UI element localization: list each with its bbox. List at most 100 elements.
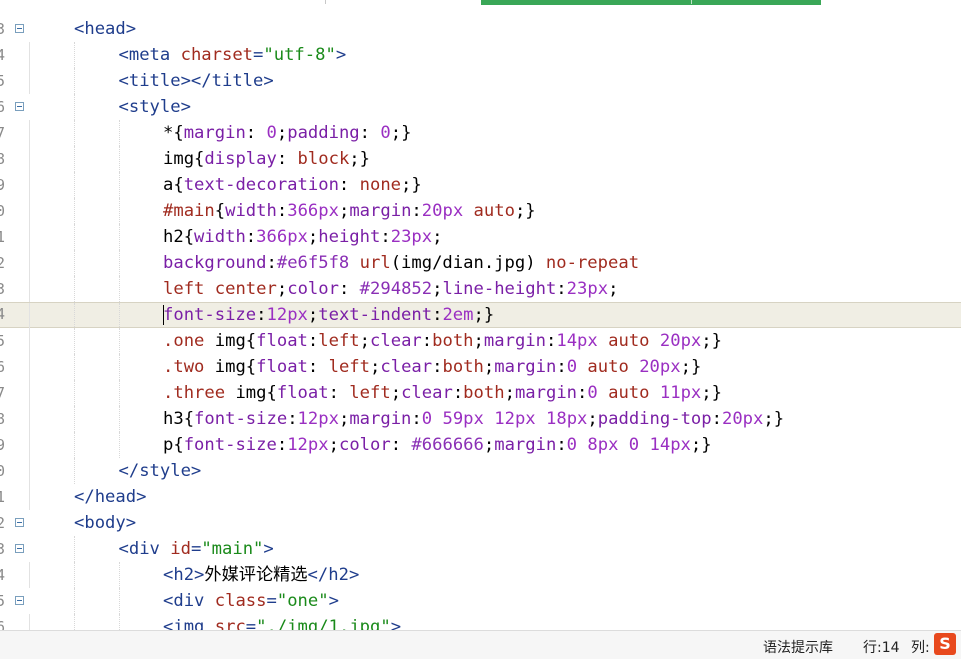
token-txt: : bbox=[411, 409, 422, 429]
token-txt: ;} bbox=[514, 201, 536, 221]
fold-toggle-icon[interactable] bbox=[15, 544, 24, 553]
code-line[interactable]: 5 <title></title> bbox=[0, 68, 961, 94]
token-prop: float bbox=[256, 331, 308, 351]
token-attr: src bbox=[214, 617, 246, 630]
line-number: 8 bbox=[0, 410, 6, 428]
fold-toggle-icon[interactable] bbox=[15, 518, 24, 527]
code-text: a{text-decoration: none;} bbox=[163, 172, 422, 198]
code-line[interactable]: 3 left center;color: #294852;line-height:… bbox=[0, 276, 961, 302]
fold-toggle-icon[interactable] bbox=[15, 24, 24, 33]
token-val: both bbox=[442, 357, 484, 377]
code-text: </style> bbox=[119, 458, 202, 484]
indent-guide bbox=[118, 354, 121, 380]
code-text: </head> bbox=[74, 484, 146, 510]
token-num: 0 bbox=[266, 123, 277, 143]
code-line[interactable]: 3 <head> bbox=[0, 16, 961, 42]
token-num: 23px bbox=[390, 227, 433, 247]
code-text: <title></title> bbox=[119, 68, 274, 94]
syntax-library-label[interactable]: 语法提示库 bbox=[763, 637, 833, 657]
token-prop: color bbox=[338, 435, 391, 455]
token-prop: font-size bbox=[183, 435, 277, 455]
token-txt: : bbox=[307, 331, 319, 351]
token-val: auto bbox=[608, 331, 650, 351]
line-number: 4 bbox=[0, 46, 6, 64]
active-tab-indicator[interactable] bbox=[481, 0, 821, 5]
indent-guide bbox=[74, 588, 76, 614]
code-line[interactable]: 1 h2{width:366px;height:23px; bbox=[0, 224, 961, 250]
code-line[interactable]: 8 h3{font-size:12px;margin:0 59px 12px 18… bbox=[0, 406, 961, 432]
token-sel: .one bbox=[163, 331, 205, 351]
fold-guide bbox=[29, 42, 30, 68]
token-txt: ; bbox=[276, 123, 288, 143]
code-line[interactable]: 0 #main{width:366px;margin:20px auto;} bbox=[0, 198, 961, 224]
code-line[interactable]: 3 <div id="main"> bbox=[0, 536, 961, 562]
line-number: 5 bbox=[0, 592, 6, 610]
token-txt: : bbox=[338, 175, 360, 195]
token-txt: ; bbox=[483, 435, 495, 455]
token-str: "./img/1.jpg" bbox=[256, 617, 391, 630]
fold-guide bbox=[29, 68, 30, 94]
current-code-line[interactable]: 4 font-size:12px;text-indent:2em;} bbox=[0, 302, 961, 329]
token-txt: : bbox=[432, 305, 443, 325]
code-line[interactable]: 6 <style> bbox=[0, 94, 961, 120]
code-line[interactable]: 2 background:#e6f5f8 url(img/dian.jpg) no… bbox=[0, 250, 961, 276]
code-line[interactable]: 2 <body> bbox=[0, 510, 961, 536]
fold-guide bbox=[29, 406, 30, 432]
token-txt: ;} bbox=[680, 357, 702, 377]
fold-guide bbox=[29, 172, 30, 198]
code-line[interactable]: 0 </style> bbox=[0, 458, 961, 484]
token-txt: 外媒评论精选 bbox=[204, 565, 308, 585]
code-line[interactable]: 4 <h2>外媒评论精选</h2> bbox=[0, 562, 961, 588]
code-editor[interactable]: 3 <head> 4 <meta charset="utf-8"> 5 <title></… bbox=[0, 16, 961, 630]
line-number: 6 bbox=[0, 618, 6, 630]
token-txt: ; bbox=[432, 279, 443, 299]
code-line[interactable]: 9 p{font-size:12px;color: #666666;margin:… bbox=[0, 432, 961, 458]
line-number: 9 bbox=[0, 176, 6, 194]
line-number: 5 bbox=[0, 332, 6, 350]
token-tag: <title></title> bbox=[118, 71, 274, 91]
token-num: 366px bbox=[287, 201, 339, 221]
status-bar: 语法提示库 行:14 列: bbox=[0, 630, 961, 659]
fold-guide bbox=[29, 224, 30, 250]
token-prop: width bbox=[225, 201, 277, 221]
token-prop: line-height bbox=[442, 279, 557, 299]
code-line[interactable]: 1 </head> bbox=[0, 484, 961, 510]
code-line[interactable]: 7 *{margin: 0;padding: 0;} bbox=[0, 120, 961, 146]
fold-toggle-icon[interactable] bbox=[15, 596, 24, 605]
line-number: 4 bbox=[0, 566, 6, 584]
fold-toggle-icon[interactable] bbox=[15, 102, 24, 111]
indent-guide bbox=[74, 562, 76, 588]
code-line[interactable]: 6 <img src="./img/1.jpg"> bbox=[0, 614, 961, 630]
line-number: 7 bbox=[0, 124, 6, 142]
indent-guide bbox=[118, 328, 121, 354]
token-tag: </style> bbox=[118, 461, 202, 481]
token-txt: : bbox=[556, 279, 567, 299]
token-prop: margin bbox=[494, 435, 557, 455]
indent-guide bbox=[74, 432, 76, 458]
sogou-input-icon[interactable]: S bbox=[934, 633, 956, 655]
code-line[interactable]: 7 .three img{float: left;clear:both;margi… bbox=[0, 380, 961, 406]
code-line[interactable]: 5 <div class="one"> bbox=[0, 588, 961, 614]
token-prop: background bbox=[163, 253, 267, 273]
token-txt: img{ bbox=[163, 149, 205, 169]
code-text: .one img{float:left;clear:both;margin:14… bbox=[163, 328, 722, 354]
token-tag: > bbox=[263, 539, 274, 559]
token-tag: = bbox=[253, 45, 264, 65]
token-num: 0 bbox=[421, 409, 433, 429]
token-sel: .three bbox=[163, 383, 226, 403]
token-txt: : bbox=[245, 227, 257, 247]
code-line[interactable]: 8 img{display: block;} bbox=[0, 146, 961, 172]
code-text: .two img{float: left;clear:both;margin:0… bbox=[163, 354, 701, 380]
code-line[interactable]: 4 <meta charset="utf-8"> bbox=[0, 42, 961, 68]
code-line[interactable]: 6 .two img{float: left;clear:both;margin:… bbox=[0, 354, 961, 380]
token-val: auto bbox=[473, 201, 515, 221]
token-txt: ;} bbox=[401, 175, 422, 195]
indent-guide bbox=[118, 224, 121, 250]
code-line[interactable]: 9 a{text-decoration: none;} bbox=[0, 172, 961, 198]
code-line[interactable]: 5 .one img{float:left;clear:both;margin:1… bbox=[0, 328, 961, 354]
token-num: 20px bbox=[721, 409, 764, 429]
token-num: 12px bbox=[297, 409, 339, 429]
token-num: 20px bbox=[421, 201, 464, 221]
line-number: 3 bbox=[0, 280, 6, 298]
